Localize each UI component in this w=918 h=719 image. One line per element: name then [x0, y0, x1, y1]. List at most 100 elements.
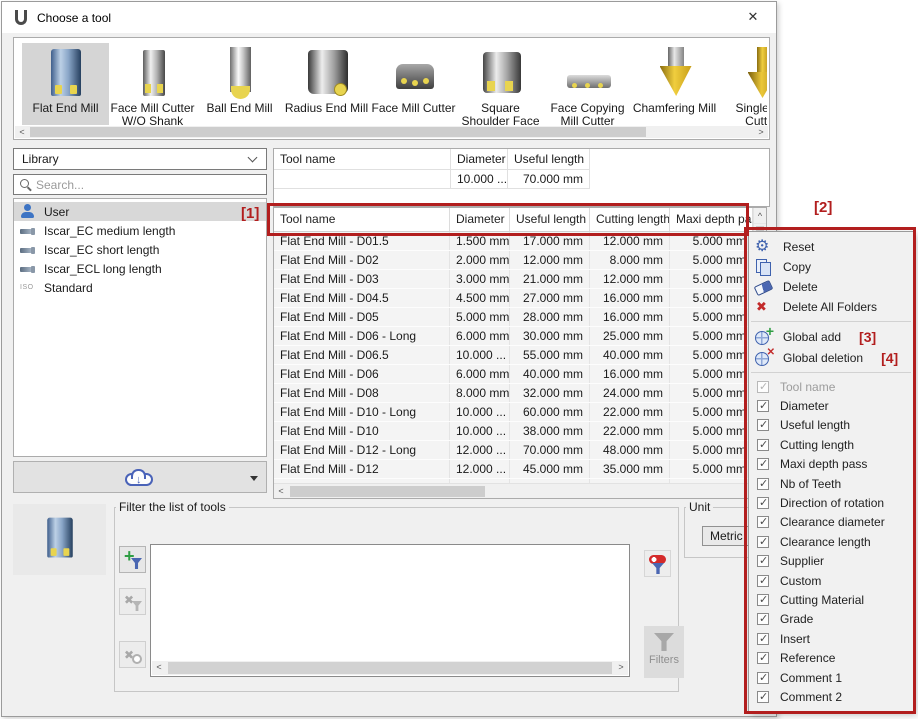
column-toggle[interactable]: Nb of Teeth — [749, 474, 913, 493]
add-filter-button[interactable] — [119, 546, 146, 573]
column-toggle[interactable]: Clearance diameter — [749, 513, 913, 532]
table-row[interactable]: Flat End Mill - D12 12.000 ... 45.000 mm… — [274, 460, 753, 479]
menu-item[interactable]: Delete All Folders — [749, 297, 913, 317]
unlink-filter-icon — [124, 646, 142, 664]
search-box[interactable] — [13, 174, 267, 195]
column-header-useful-length[interactable]: Useful length — [510, 208, 590, 231]
summary-value-diameter: 10.000 ... — [451, 170, 508, 189]
table-row[interactable]: Flat End Mill - D10 - Long 10.000 ... 60… — [274, 403, 753, 422]
checkbox-icon — [757, 381, 769, 393]
tool-type-strip: Flat End Mill Face Mill Cutter W/O Shank… — [13, 37, 770, 140]
scroll-left-icon[interactable]: < — [152, 661, 166, 673]
table-row[interactable]: Flat End Mill - D10 10.000 ... 38.000 mm… — [274, 422, 753, 441]
column-toggle[interactable]: Direction of rotation — [749, 493, 913, 512]
menu-item[interactable]: Global add [3] — [749, 326, 913, 347]
tool-type-item[interactable]: Face Mill Cutter W/O Shank — [109, 43, 196, 125]
app-icon — [15, 10, 27, 25]
clear-filters-button[interactable] — [119, 641, 146, 668]
toggle-filter-button[interactable] — [644, 550, 671, 577]
menu-separator — [751, 321, 911, 322]
scrollbar-thumb[interactable] — [168, 662, 612, 674]
scrollbar-thumb[interactable] — [290, 486, 485, 497]
filter-list[interactable]: < > — [150, 544, 630, 677]
menu-separator — [751, 372, 911, 373]
reset-icon — [755, 239, 773, 255]
table-row[interactable]: Flat End Mill - D03 3.000 mm 21.000 mm 1… — [274, 270, 753, 289]
column-toggle[interactable]: Diameter — [749, 396, 913, 415]
tool-type-label: Ball End Mill — [196, 102, 283, 115]
download-library-button[interactable]: ↓ — [13, 461, 267, 493]
tool-type-item[interactable]: Ball End Mill — [196, 43, 283, 125]
table-row[interactable]: Flat End Mill - D12 - Long 12.000 ... 70… — [274, 441, 753, 460]
library-tree-item[interactable]: Iscar_EC medium length — [14, 221, 266, 240]
scroll-up-icon[interactable]: ^ — [754, 208, 766, 224]
column-toggle[interactable]: Cutting Material — [749, 590, 913, 609]
column-header-cutting-length[interactable]: Cutting length — [590, 208, 670, 231]
checkbox-icon — [757, 594, 769, 606]
table-horizontal-scrollbar[interactable]: < — [274, 483, 753, 498]
menu-item[interactable]: Global deletion [4] — [749, 347, 913, 368]
table-row[interactable]: Flat End Mill - D04.5 4.500 mm 27.000 mm… — [274, 289, 753, 308]
table-row[interactable]: Flat End Mill - D01.5 1.500 mm 17.000 mm… — [274, 232, 753, 251]
menu-item[interactable]: Reset — [749, 237, 913, 257]
tree-item-label: Standard — [44, 281, 93, 295]
table-row[interactable]: Flat End Mill - D05 5.000 mm 28.000 mm 1… — [274, 308, 753, 327]
tool-type-label: Chamfering Mill — [631, 102, 718, 115]
column-toggle[interactable]: Useful length — [749, 416, 913, 435]
scroll-right-icon[interactable]: > — [614, 661, 628, 673]
library-tree-item[interactable]: Iscar_EC short length — [14, 240, 266, 259]
tool-type-label: Face Mill Cutter W/O Shank — [109, 102, 196, 125]
toggle-funnel-icon — [649, 555, 667, 573]
menu-item[interactable]: Delete — [749, 277, 913, 297]
tool-type-item[interactable]: Chamfering Mill — [631, 43, 718, 125]
table-row[interactable]: Flat End Mill - D06 6.000 mm 40.000 mm 1… — [274, 365, 753, 384]
column-toggle[interactable]: Insert — [749, 629, 913, 648]
library-dropdown[interactable]: Library — [13, 148, 267, 170]
column-toggle[interactable]: Clearance length — [749, 532, 913, 551]
selected-tool-preview — [13, 504, 106, 575]
tool-type-item[interactable]: Radius End Mill — [283, 43, 370, 125]
filter-list-scrollbar[interactable]: < > — [152, 661, 628, 675]
library-tree-item[interactable]: Iscar_ECL long length — [14, 259, 266, 278]
column-toggle[interactable]: Maxi depth pass — [749, 455, 913, 474]
column-header-maxi-depth-pass[interactable]: Maxi depth pass — [670, 208, 753, 231]
library-tree-item[interactable]: Standard — [14, 278, 266, 297]
user-icon — [20, 204, 35, 219]
column-toggle[interactable]: Cutting length — [749, 435, 913, 454]
close-button[interactable]: ✕ — [731, 3, 775, 31]
tool-type-item[interactable]: Square Shoulder Face Mill — [457, 43, 544, 125]
column-toggle[interactable]: Comment 1 — [749, 668, 913, 687]
copy-icon — [755, 259, 773, 275]
column-header-diameter[interactable]: Diameter — [450, 208, 510, 231]
column-toggle[interactable]: Grade — [749, 610, 913, 629]
column-header-tool-name[interactable]: Tool name — [274, 208, 450, 231]
column-toggle[interactable]: Custom — [749, 571, 913, 590]
tool-type-item[interactable]: Face Mill Cutter — [370, 43, 457, 125]
dropdown-caret-icon[interactable] — [250, 476, 258, 481]
scrollbar-thumb[interactable] — [30, 127, 646, 137]
tool-type-item[interactable]: Face Copying Mill Cutter — [544, 43, 631, 125]
scroll-right-icon[interactable]: > — [754, 126, 768, 138]
column-toggle[interactable]: Supplier — [749, 552, 913, 571]
tool-type-item[interactable]: Flat End Mill — [22, 43, 109, 125]
column-toggle[interactable]: Comment 2 — [749, 687, 913, 706]
single-angle-cutter-icon — [734, 45, 768, 101]
scroll-left-icon[interactable]: < — [15, 126, 29, 138]
scroll-left-icon[interactable]: < — [274, 484, 288, 498]
menu-item[interactable]: Copy — [749, 257, 913, 277]
remove-filter-button[interactable] — [119, 588, 146, 615]
filters-button[interactable]: Filters — [644, 626, 684, 678]
globe-delete-icon — [755, 350, 773, 366]
table-row[interactable]: Flat End Mill - D08 8.000 mm 32.000 mm 2… — [274, 384, 753, 403]
search-input[interactable] — [36, 176, 261, 193]
column-toggle[interactable]: Tool name — [749, 377, 913, 396]
table-row[interactable]: Flat End Mill - D06 - Long 6.000 mm 30.0… — [274, 327, 753, 346]
face-mill-cutter-wo-shank-icon — [125, 45, 181, 101]
table-row[interactable]: Flat End Mill - D06.5 10.000 ... 55.000 … — [274, 346, 753, 365]
tool-strip-scrollbar[interactable]: < > — [15, 126, 768, 138]
column-toggle[interactable]: Reference — [749, 648, 913, 667]
library-tree-item[interactable]: User — [14, 202, 266, 221]
checkbox-icon — [757, 575, 769, 587]
table-row[interactable]: Flat End Mill - D02 2.000 mm 12.000 mm 8… — [274, 251, 753, 270]
tool-type-item[interactable]: Single-An Cutter — [718, 43, 767, 125]
